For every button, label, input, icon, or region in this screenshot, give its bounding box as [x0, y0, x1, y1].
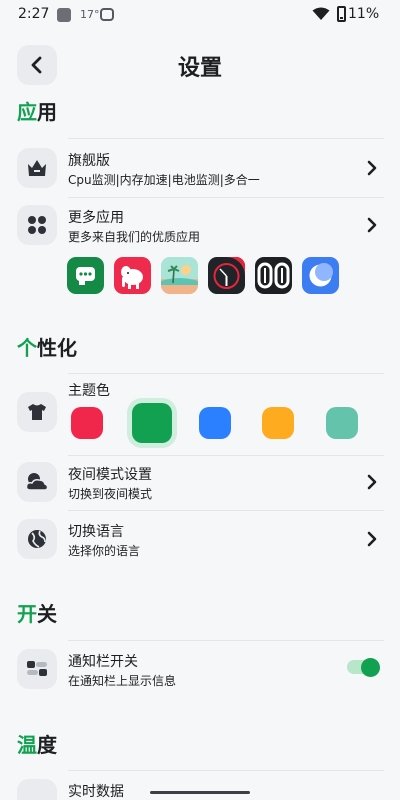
section-title-personalization: 个性化: [17, 332, 77, 361]
theme-swatch-teal[interactable]: [326, 407, 358, 439]
night-cloud-icon: [17, 462, 57, 502]
moon-app-icon[interactable]: [302, 257, 339, 294]
section-title-temperature-rest: 度: [37, 733, 57, 757]
more-apps-title: 更多应用: [68, 210, 124, 226]
theme-swatch-blue[interactable]: [199, 407, 231, 439]
language-subtitle: 选择你的语言: [68, 544, 141, 558]
section-title-switches: 开关: [17, 598, 57, 627]
battery-percent: 11%: [348, 6, 380, 22]
section-title-personalization-highlight: 个: [17, 336, 37, 360]
section-title-temperature-highlight: 温: [17, 733, 37, 757]
status-temperature: 17°: [80, 8, 100, 21]
night-mode-row[interactable]: 夜间模式设置 切换到夜间模式: [0, 456, 400, 510]
globe-icon: [17, 519, 57, 559]
section-title-switches-highlight: 开: [17, 602, 37, 626]
apps-grid-icon: [17, 205, 57, 245]
tshirt-icon: [17, 392, 57, 432]
notification-bar-row: 通知栏开关 在通知栏上显示信息: [0, 641, 400, 697]
section-title-app-rest: 用: [37, 100, 57, 124]
flagship-row[interactable]: 旗舰版 Cpu监测|内存加速|电池监测|多合一: [0, 140, 400, 196]
night-mode-subtitle: 切换到夜间模式: [68, 487, 153, 501]
notification-toggle-knob[interactable]: [361, 658, 380, 677]
flagship-subtitle: Cpu监测|内存加速|电池监测|多合一: [68, 173, 260, 187]
chat-app-icon[interactable]: [67, 257, 104, 294]
flagship-title: 旗舰版: [68, 153, 110, 169]
theme-swatch-orange[interactable]: [262, 407, 294, 439]
chevron-right-icon: [367, 217, 377, 233]
beach-app-icon[interactable]: [161, 257, 198, 294]
message-icon: [100, 8, 114, 21]
digital-clock-app-icon[interactable]: [255, 257, 292, 294]
theme-swatch-red[interactable]: [71, 407, 103, 439]
wifi-icon: [312, 7, 330, 20]
language-row[interactable]: 切换语言 选择你的语言: [0, 511, 400, 567]
section-title-personalization-rest: 性化: [37, 336, 77, 360]
clock-app-icon[interactable]: [208, 257, 245, 294]
temperature-row[interactable]: 实时数据: [0, 771, 400, 800]
chevron-right-icon: [367, 160, 377, 176]
night-mode-title: 夜间模式设置: [68, 467, 152, 483]
notification-icon: [57, 8, 71, 22]
theme-color-title: 主题色: [68, 383, 110, 399]
section-title-app: 应用: [17, 96, 57, 125]
section-title-switches-rest: 关: [37, 602, 57, 626]
language-title: 切换语言: [68, 524, 124, 540]
home-indicator[interactable]: [150, 791, 250, 794]
more-apps-subtitle: 更多来自我们的优质应用: [68, 230, 201, 244]
theme-swatch-green-selected[interactable]: [132, 403, 172, 443]
chevron-right-icon: [367, 474, 377, 490]
temperature-row-title: 实时数据: [68, 784, 124, 800]
thermometer-icon: [17, 779, 57, 800]
section-title-temperature: 温度: [17, 729, 57, 758]
battery-icon: [337, 6, 346, 22]
status-time: 2:27: [18, 6, 50, 22]
more-apps-row[interactable]: 更多应用 更多来自我们的优质应用: [0, 198, 400, 252]
page-title: 设置: [177, 56, 222, 81]
toggle-settings-icon: [17, 649, 57, 689]
notification-bar-title: 通知栏开关: [68, 654, 138, 670]
notification-bar-subtitle: 在通知栏上显示信息: [68, 674, 177, 688]
status-bar: 2:27 17° 11%: [0, 0, 400, 30]
crown-icon: [17, 148, 57, 188]
section-title-app-highlight: 应: [17, 100, 37, 124]
divider: [68, 138, 384, 139]
chevron-right-icon: [367, 531, 377, 547]
elephant-app-icon[interactable]: [114, 257, 151, 294]
